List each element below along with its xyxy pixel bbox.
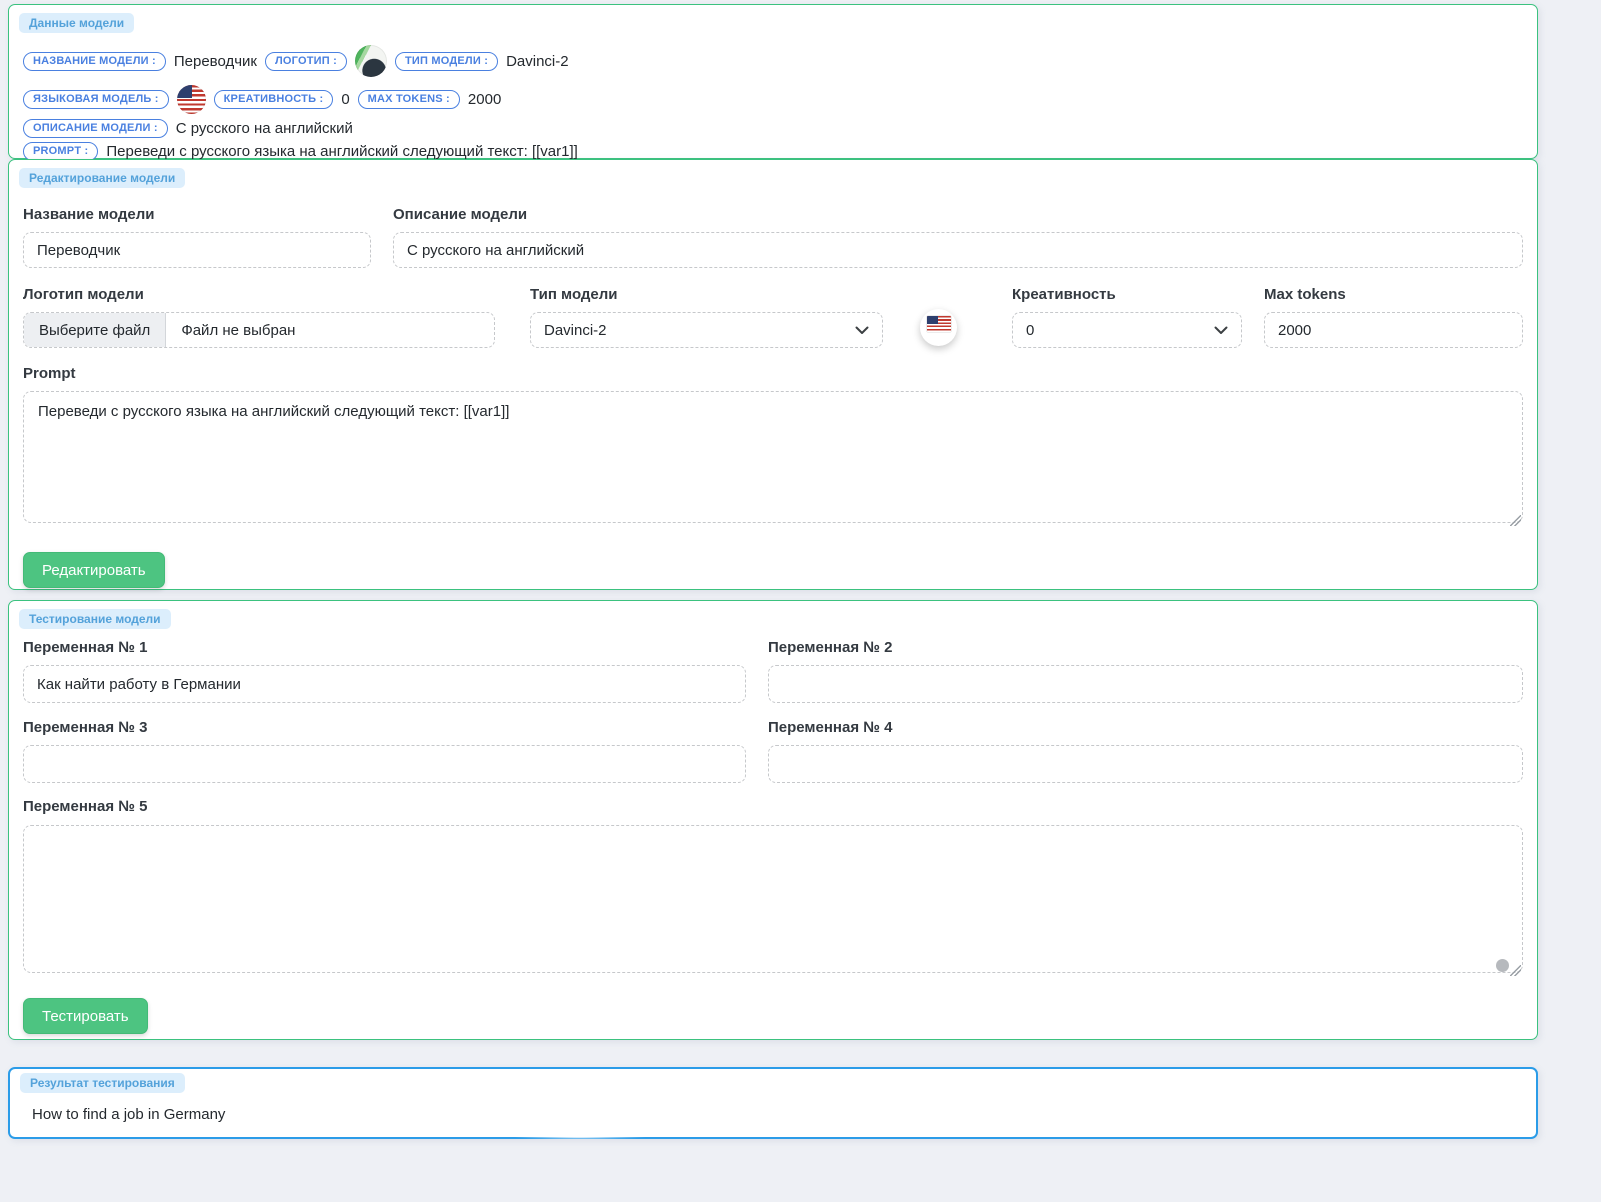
prompt-textarea[interactable]: Переведи с русского языка на английский … (23, 391, 1523, 523)
var2-field-group: Переменная № 2 (768, 640, 1523, 703)
creativity-field-group: Креативность 0 (1012, 287, 1242, 348)
model-description-input[interactable] (393, 232, 1523, 268)
creativity-badge: КРЕАТИВНОСТЬ : (213, 90, 334, 109)
model-logo-label: Логотип модели (23, 286, 144, 303)
model-name-field-group: Название модели (23, 207, 371, 268)
model-type-label: Тип модели (530, 286, 618, 303)
creativity-select[interactable]: 0 (1012, 312, 1242, 348)
language-model-badge: ЯЗЫКОВАЯ МОДЕЛЬ : (23, 90, 169, 109)
var1-field-group: Переменная № 1 (23, 640, 746, 703)
model-logo-field-group: Логотип модели Выберите файл Файл не выб… (23, 287, 495, 348)
chevron-down-icon (855, 326, 869, 334)
border-highlight-artifact (515, 1136, 645, 1139)
model-name-value: Переводчик (173, 52, 257, 70)
resize-handle-icon[interactable] (1510, 515, 1521, 526)
edit-row-name-description: Название модели Описание модели (23, 207, 1523, 268)
logo-badge: ЛОГОТИП : (265, 51, 347, 71)
model-data-row-2: ЯЗЫКОВАЯ МОДЕЛЬ : КРЕАТИВНОСТЬ : 0 MAX T… (23, 85, 1523, 114)
model-type-field-group: Тип модели Davinci-2 (530, 287, 883, 348)
var2-input[interactable] (768, 665, 1523, 703)
model-test-panel: Тестирование модели Переменная № 1 Перем… (8, 600, 1538, 1040)
var3-input[interactable] (23, 745, 746, 783)
model-type-select-value: Davinci-2 (544, 321, 607, 339)
model-name-label: Название модели (23, 206, 155, 223)
choose-file-button[interactable]: Выберите файл (24, 313, 167, 347)
max-tokens-value: 2000 (467, 91, 502, 108)
var4-input[interactable] (768, 745, 1523, 783)
model-data-row-3: ОПИСАНИЕ МОДЕЛИ : С русского на английск… (23, 119, 1523, 138)
var1-label: Переменная № 1 (23, 639, 148, 656)
edit-submit-button[interactable]: Редактировать (23, 552, 165, 588)
creativity-select-value: 0 (1026, 321, 1035, 339)
model-data-panel: Данные модели НАЗВАНИЕ МОДЕЛИ : Переводч… (8, 4, 1538, 161)
creativity-label: Креативность (1012, 286, 1116, 303)
file-status-text: Файл не выбран (181, 321, 296, 339)
var3-label: Переменная № 3 (23, 719, 148, 736)
chevron-down-icon (1214, 326, 1228, 334)
resize-handle-icon[interactable] (1510, 965, 1521, 976)
model-type-select[interactable]: Davinci-2 (530, 312, 883, 348)
us-flag-icon (926, 316, 951, 332)
logo-file-input[interactable]: Выберите файл Файл не выбран (23, 312, 495, 348)
var4-field-group: Переменная № 4 (768, 720, 1523, 783)
creativity-value: 0 (341, 91, 350, 108)
var3-field-group: Переменная № 3 (23, 720, 746, 783)
model-type-badge: ТИП МОДЕЛИ : (394, 51, 499, 71)
model-edit-panel: Редактирование модели Название модели Оп… (8, 159, 1538, 590)
max-tokens-label: Max tokens (1264, 286, 1346, 303)
us-flag-canton (176, 85, 192, 98)
var4-label: Переменная № 4 (768, 719, 893, 736)
var2-label: Переменная № 2 (768, 639, 893, 656)
model-description-field-group: Описание модели (393, 207, 1523, 268)
model-data-rows: НАЗВАНИЕ МОДЕЛИ : Переводчик ЛОГОТИП : Т… (23, 45, 1523, 161)
test-result-text: How to find a job in Germany (32, 1106, 226, 1123)
model-logo-avatar (354, 45, 387, 77)
max-tokens-input[interactable] (1264, 312, 1523, 348)
us-flag-icon (176, 85, 206, 114)
var5-textarea-wrap (23, 825, 1523, 978)
prompt-value: Переведи с русского языка на английский … (106, 143, 578, 160)
prompt-label: Prompt (23, 365, 76, 382)
max-tokens-badge: MAX TOKENS : (357, 90, 460, 109)
drag-dot-indicator (1496, 959, 1509, 972)
test-submit-button[interactable]: Тестировать (23, 998, 148, 1034)
model-data-row-1: НАЗВАНИЕ МОДЕЛИ : Переводчик ЛОГОТИП : Т… (23, 45, 1523, 77)
model-type-value: Davinci-2 (506, 52, 569, 70)
edit-row-logo-type-params: Логотип модели Выберите файл Файл не выб… (23, 287, 1523, 348)
test-result-panel: Результат тестирования How to find a job… (8, 1067, 1538, 1139)
model-name-input[interactable] (23, 232, 371, 268)
selected-language-flag-bubble (920, 309, 957, 346)
model-description-label: Описание модели (393, 206, 528, 223)
max-tokens-field-group: Max tokens (1264, 287, 1523, 348)
model-name-badge: НАЗВАНИЕ МОДЕЛИ : (23, 51, 166, 71)
var5-textarea[interactable] (23, 825, 1523, 973)
panel-tag-model-test: Тестирование модели (19, 609, 171, 629)
panel-tag-model-data: Данные модели (19, 13, 135, 33)
description-value: С русского на английский (175, 120, 353, 137)
var1-input[interactable] (23, 665, 746, 703)
test-variables-grid: Переменная № 1 Переменная № 2 Переменная… (23, 640, 1523, 783)
us-flag-canton (926, 316, 938, 324)
panel-tag-model-edit: Редактирование модели (19, 168, 186, 188)
prompt-textarea-wrap: Переведи с русского языка на английский … (23, 391, 1523, 528)
panel-tag-test-result: Результат тестирования (20, 1073, 185, 1093)
var5-label: Переменная № 5 (23, 798, 148, 815)
description-badge: ОПИСАНИЕ МОДЕЛИ : (23, 119, 168, 138)
